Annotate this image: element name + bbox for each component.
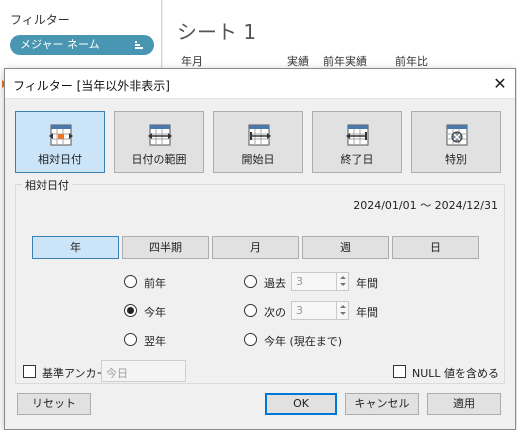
apply-button[interactable]: 適用: [427, 393, 501, 415]
mode-date-range-button[interactable]: 日付の範囲: [114, 111, 204, 173]
radio-circle: [124, 275, 137, 288]
calendar-end-icon: [346, 124, 369, 146]
mode-label: 日付の範囲: [131, 153, 187, 166]
relative-date-group: 相対日付 2024/01/01 ～ 2024/12/31 年 四半期 月 週 日…: [15, 177, 505, 384]
calendar-special-icon: [446, 124, 468, 146]
radio-label: 次の: [264, 306, 286, 319]
period-quarter-button[interactable]: 四半期: [122, 236, 209, 259]
radio-circle: [244, 304, 257, 317]
checkbox-box: [23, 365, 36, 378]
period-day-button[interactable]: 日: [392, 236, 479, 259]
checkbox-label: 基準アンカー: [42, 367, 108, 380]
mode-label: 開始日: [241, 153, 275, 166]
filter-dialog: フィルター [当年以外非表示] ✕ 相対日付 日付の範囲 開始日 終了日 特別 …: [4, 68, 516, 430]
mode-start-date-button[interactable]: 開始日: [213, 111, 303, 173]
cancel-button[interactable]: キャンセル: [345, 393, 419, 415]
mode-label: 終了日: [340, 153, 374, 166]
period-week-button[interactable]: 週: [302, 236, 389, 259]
mode-special-button[interactable]: 特別: [411, 111, 501, 173]
mode-label: 相対日付: [38, 153, 82, 166]
close-icon[interactable]: ✕: [485, 69, 515, 99]
checkbox-box: [393, 365, 406, 378]
filter-pill-measure-names[interactable]: メジャー ネーム: [10, 35, 154, 55]
calendar-relative-icon: [49, 124, 73, 146]
mode-label: 特別: [445, 153, 467, 166]
next-n-stepper[interactable]: 3: [291, 301, 349, 320]
dialog-titlebar: フィルター [当年以外非表示] ✕: [5, 69, 515, 99]
group-label: 相対日付: [22, 177, 72, 193]
period-month-button[interactable]: 月: [212, 236, 299, 259]
radio-label: 今年 (現在まで): [264, 335, 343, 348]
sheet-title: シート 1: [177, 20, 257, 44]
radio-circle: [124, 304, 137, 317]
radio-label: 過去: [264, 277, 286, 290]
stepper-buttons[interactable]: [336, 273, 348, 290]
radio-label: 今年: [144, 306, 166, 319]
period-selector: 年 四半期 月 週 日: [32, 236, 490, 259]
ok-button[interactable]: OK: [265, 393, 337, 415]
mode-relative-date-button[interactable]: 相対日付: [15, 111, 105, 173]
stepper-buttons[interactable]: [336, 302, 348, 319]
filter-mode-toolbar: 相対日付 日付の範囲 開始日 終了日 特別: [15, 111, 505, 173]
filter-pill-label: メジャー ネーム: [20, 38, 100, 51]
radio-circle: [124, 333, 137, 346]
period-year-button[interactable]: 年: [32, 236, 119, 259]
calendar-start-icon: [248, 124, 271, 146]
reset-button[interactable]: リセット: [17, 393, 91, 415]
checkbox-label: NULL 値を含める: [412, 367, 500, 380]
column-header-yearmonth: 年月: [181, 55, 203, 68]
column-header-actual: 実績: [287, 55, 309, 68]
date-range-readout: 2024/01/01 ～ 2024/12/31: [353, 199, 498, 212]
stepper-value: 3: [296, 275, 303, 288]
column-header-yoy: 前年比: [395, 55, 428, 68]
radio-label: 前年: [144, 277, 166, 290]
radio-circle: [244, 333, 257, 346]
sort-bars-icon: [135, 41, 143, 49]
past-n-unit: 年間: [356, 277, 378, 290]
next-n-unit: 年間: [356, 306, 378, 319]
chevron-up-icon: [340, 276, 346, 279]
anchor-date-field[interactable]: 今日: [101, 360, 186, 382]
radio-label: 翌年: [144, 335, 166, 348]
calendar-range-icon: [148, 124, 172, 146]
chevron-down-icon: [340, 312, 346, 315]
stepper-value: 3: [296, 304, 303, 317]
chevron-down-icon: [340, 283, 346, 286]
filters-shelf-title: フィルター: [10, 13, 70, 27]
radio-circle: [244, 275, 257, 288]
past-n-stepper[interactable]: 3: [291, 272, 349, 291]
mode-end-date-button[interactable]: 終了日: [312, 111, 402, 173]
dialog-title: フィルター [当年以外非表示]: [13, 79, 170, 93]
chevron-up-icon: [340, 305, 346, 308]
column-header-prev-actual: 前年実績: [323, 55, 367, 68]
